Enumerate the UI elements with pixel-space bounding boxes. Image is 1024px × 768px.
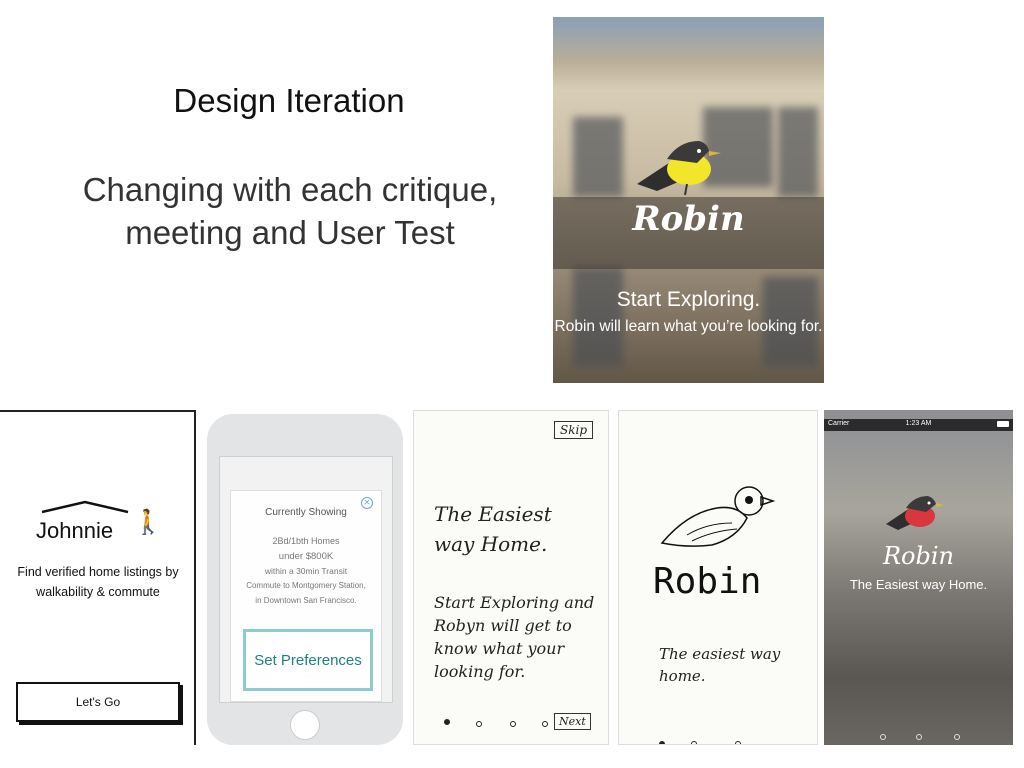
page-dot: [510, 721, 516, 727]
johnnie-logo: Johnnie: [36, 518, 114, 543]
robin-bird-icon: [886, 496, 944, 530]
page-dot: [542, 721, 548, 727]
page-dot: [444, 719, 450, 725]
house-roof-icon: [41, 500, 129, 514]
modal-line: under $800K: [278, 551, 334, 562]
modal-line: within a 30min Transit: [264, 566, 348, 576]
sketch-headline: The Easiest way Home.: [434, 502, 552, 556]
robin-bird-icon: [637, 141, 721, 196]
modal-line: in Downtown San Francisco.: [255, 596, 357, 605]
paper-sketch-robin: Robin The easiest way home.: [618, 410, 818, 745]
close-icon[interactable]: ✕: [361, 497, 373, 509]
page-dot: [954, 734, 960, 740]
robin-hero-screen: Robin Start Exploring. Robin will learn …: [553, 17, 824, 383]
ios-logo-text: Robin: [882, 542, 954, 570]
walking-person-icon: 🚶: [133, 509, 163, 536]
paper-sketch-intro: Skip The Easiest way Home. Start Explori…: [413, 410, 609, 745]
page-dot: [916, 734, 922, 740]
home-button[interactable]: [290, 710, 320, 740]
set-preferences-button[interactable]: Set Preferences: [243, 629, 373, 691]
status-bar: Carrier 1:23 AM: [824, 419, 1013, 431]
page-dot: [735, 741, 741, 744]
next-button[interactable]: Next: [554, 713, 591, 730]
slide-subtitle: Changing with each critique, meeting and…: [82, 171, 498, 251]
battery-icon: [997, 421, 1009, 427]
skip-button[interactable]: Skip: [554, 421, 594, 439]
slide-title: Design Iteration: [173, 82, 405, 119]
bird-sketch-icon: [660, 486, 776, 547]
johnnie-tagline: Find verified home listings by walkabili…: [17, 565, 179, 599]
page-dot: [476, 721, 482, 727]
hero-logo-text: Robin: [632, 199, 745, 239]
ios-splash-screen: Carrier 1:23 AM Robin The Easiest way Ho…: [824, 410, 1013, 745]
page-dot: [691, 741, 697, 744]
lets-go-button[interactable]: Let's Go: [16, 682, 180, 722]
sketch-tagline: The easiest way home.: [659, 645, 781, 685]
modal-line: 2Bd/1bth Homes: [272, 536, 340, 546]
ios-tagline: The Easiest way Home.: [849, 577, 988, 592]
johnnie-screen: Johnnie 🚶 Find verified home listings by…: [0, 410, 196, 745]
page-dot: [659, 741, 665, 744]
modal-line: Commute to Montgomery Station,: [246, 581, 366, 590]
hero-body: Robin will learn what you’re looking for…: [554, 318, 823, 335]
hero-heading: Start Exploring.: [616, 288, 761, 311]
wireframe-phone: Currently Showing ✕ 2Bd/1bth Homes under…: [207, 410, 403, 745]
sketch-body: Start Exploring and Robyn will get to kn…: [434, 593, 595, 681]
status-time: 1:23 AM: [905, 420, 932, 427]
sketch-robin-title: Robin: [653, 561, 762, 602]
page-dot: [880, 734, 886, 740]
modal-title: Currently Showing: [265, 507, 347, 518]
